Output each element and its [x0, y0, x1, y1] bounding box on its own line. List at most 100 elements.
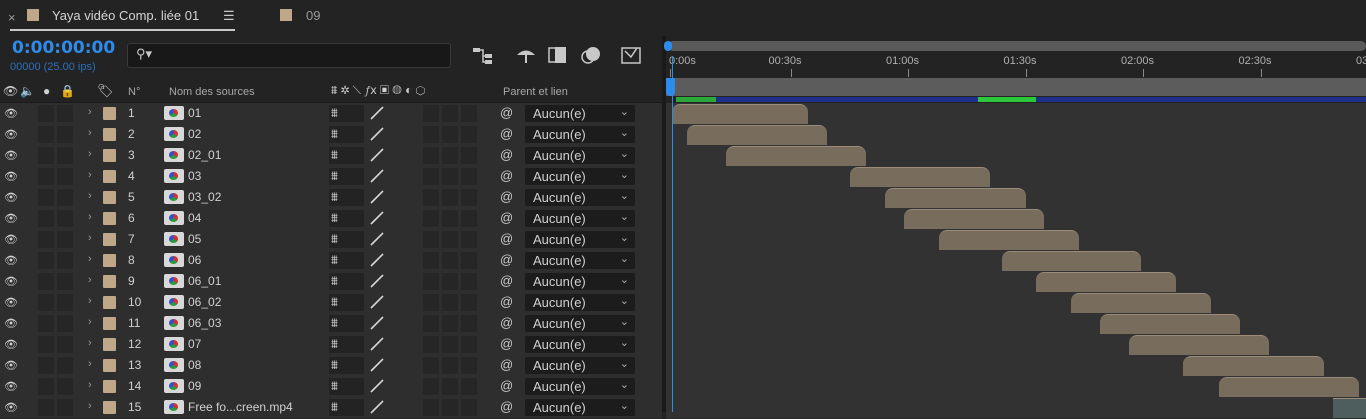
close-tab-icon[interactable]: × [8, 10, 16, 25]
layer-row[interactable]: 👁 › 7 05 ⩩ @ Aucun(e) ⌄ [0, 229, 662, 251]
layer-name[interactable]: 09 [188, 379, 201, 393]
pickwhip-icon[interactable]: @ [500, 336, 513, 351]
solo-cell[interactable] [38, 210, 54, 227]
parent-dropdown[interactable]: Aucun(e) ⌄ [525, 231, 635, 248]
layer-duration-bar[interactable] [726, 146, 867, 166]
label-color-swatch[interactable] [103, 401, 116, 414]
layer-search-input[interactable] [127, 43, 451, 68]
adjustment-cell[interactable] [423, 147, 439, 164]
layer-row[interactable]: 👁 › 4 03 ⩩ @ Aucun(e) ⌄ [0, 166, 662, 188]
3d-cell[interactable] [442, 210, 458, 227]
shy-switch-icon[interactable]: ⩩ [331, 147, 338, 163]
layer-name[interactable]: 06_01 [188, 274, 221, 288]
layer-duration-bar[interactable] [939, 230, 1080, 250]
graph-editor-icon[interactable] [619, 43, 645, 67]
expand-chevron-icon[interactable]: › [88, 211, 92, 223]
motion-blur-cell[interactable] [461, 378, 477, 395]
parent-dropdown[interactable]: Aucun(e) ⌄ [525, 294, 635, 311]
adjustment-cell[interactable] [423, 105, 439, 122]
layer-row[interactable]: 👁 › 14 09 ⩩ @ Aucun(e) ⌄ [0, 376, 662, 398]
3d-cell[interactable] [442, 378, 458, 395]
motion-blur-cell[interactable] [461, 168, 477, 185]
lock-cell[interactable] [57, 189, 73, 206]
layer-name[interactable]: 01 [188, 106, 201, 120]
motion-blur-cell[interactable] [461, 210, 477, 227]
3d-cell[interactable] [442, 399, 458, 416]
layer-row[interactable]: 👁 › 1 01 ⩩ @ Aucun(e) ⌄ [0, 103, 662, 125]
expand-chevron-icon[interactable]: › [88, 169, 92, 181]
shy-switch-icon[interactable]: ⩩ [331, 273, 338, 289]
eye-icon[interactable]: 👁 [4, 275, 18, 288]
timeline-track[interactable] [666, 145, 1366, 167]
motion-blur-cell[interactable] [461, 294, 477, 311]
label-color-swatch[interactable] [103, 191, 116, 204]
layer-duration-bar[interactable] [1183, 356, 1324, 376]
eye-icon[interactable]: 👁 [4, 401, 18, 414]
pickwhip-icon[interactable]: @ [500, 147, 513, 162]
adjustment-cell[interactable] [423, 210, 439, 227]
solo-cell[interactable] [38, 315, 54, 332]
expand-chevron-icon[interactable]: › [88, 232, 92, 244]
pickwhip-icon[interactable]: @ [500, 189, 513, 204]
layer-duration-bar[interactable] [1036, 272, 1176, 292]
layer-row[interactable]: 👁 › 3 02_01 ⩩ @ Aucun(e) ⌄ [0, 145, 662, 167]
motion-blur-icon[interactable] [578, 43, 604, 67]
layer-row[interactable]: 👁 › 6 04 ⩩ @ Aucun(e) ⌄ [0, 208, 662, 230]
eye-icon[interactable]: 👁 [4, 170, 18, 183]
expand-chevron-icon[interactable]: › [88, 127, 92, 139]
solo-header-icon[interactable]: ● [43, 84, 50, 98]
pickwhip-icon[interactable]: @ [500, 252, 513, 267]
shy-switch-icon[interactable]: ⩩ [331, 168, 338, 184]
quality-switch-icon[interactable] [370, 211, 384, 225]
quality-switch-icon[interactable] [370, 379, 384, 393]
column-parent[interactable]: Parent et lien [503, 86, 568, 98]
shy-switch-icon[interactable]: ⩩ [331, 357, 338, 373]
parent-dropdown[interactable]: Aucun(e) ⌄ [525, 168, 635, 185]
adjustment-cell[interactable] [423, 315, 439, 332]
quality-switch-icon[interactable] [370, 253, 384, 267]
solo-cell[interactable] [38, 273, 54, 290]
navigator-start-handle[interactable] [664, 41, 672, 51]
layer-duration-bar[interactable] [1332, 398, 1366, 418]
layer-duration-bar[interactable] [850, 167, 990, 187]
timeline-track[interactable] [666, 313, 1366, 335]
layer-name[interactable]: 03 [188, 169, 201, 183]
layer-duration-bar[interactable] [1129, 335, 1269, 355]
motion-blur-cell[interactable] [461, 105, 477, 122]
shy-switch-icon[interactable]: ⩩ [331, 315, 338, 331]
solo-cell[interactable] [38, 231, 54, 248]
quality-switch-icon[interactable] [370, 127, 384, 141]
audio-header-icon[interactable]: 🔈 [20, 84, 35, 98]
motion-blur-cell[interactable] [461, 252, 477, 269]
layer-row[interactable]: 👁 › 9 06_01 ⩩ @ Aucun(e) ⌄ [0, 271, 662, 293]
adjustment-cell[interactable] [423, 168, 439, 185]
lock-header-icon[interactable]: 🔒 [60, 84, 75, 98]
layer-row[interactable]: 👁 › 10 06_02 ⩩ @ Aucun(e) ⌄ [0, 292, 662, 314]
expand-chevron-icon[interactable]: › [88, 316, 92, 328]
shy-switch-icon[interactable]: ⩩ [331, 399, 338, 415]
label-color-swatch[interactable] [103, 212, 116, 225]
shy-switch-icon[interactable]: ⩩ [331, 336, 338, 352]
3d-cell[interactable] [442, 273, 458, 290]
quality-switch-icon[interactable] [370, 148, 384, 162]
quality-switch-icon[interactable] [370, 316, 384, 330]
expand-chevron-icon[interactable]: › [88, 358, 92, 370]
quality-switch-icon[interactable] [370, 190, 384, 204]
expand-chevron-icon[interactable]: › [88, 274, 92, 286]
layer-duration-bar[interactable] [672, 104, 809, 124]
label-color-swatch[interactable] [103, 359, 116, 372]
layer-name[interactable]: 02_01 [188, 148, 221, 162]
shy-switch-icon[interactable]: ⩩ [331, 126, 338, 142]
shy-switch-icon[interactable]: ⩩ [331, 105, 338, 121]
expand-chevron-icon[interactable]: › [88, 337, 92, 349]
eye-icon[interactable]: 👁 [4, 233, 18, 246]
timeline-track[interactable] [666, 334, 1366, 356]
timeline-track[interactable] [666, 124, 1366, 146]
solo-cell[interactable] [38, 147, 54, 164]
eye-icon[interactable]: 👁 [4, 107, 18, 120]
parent-dropdown[interactable]: Aucun(e) ⌄ [525, 315, 635, 332]
shy-layers-icon[interactable] [513, 43, 539, 67]
column-source-name[interactable]: Nom des sources [169, 86, 255, 98]
quality-switch-icon[interactable] [370, 295, 384, 309]
parent-dropdown[interactable]: Aucun(e) ⌄ [525, 189, 635, 206]
